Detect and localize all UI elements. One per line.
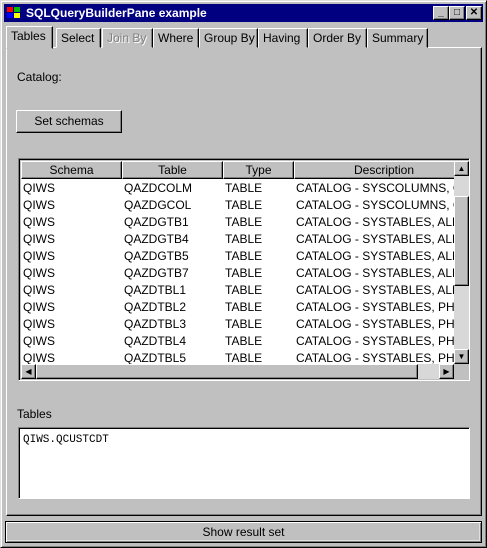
column-header-table[interactable]: Table bbox=[122, 161, 223, 179]
arrow-left-icon: ◀ bbox=[25, 367, 32, 376]
cell-schema: QIWS bbox=[23, 351, 55, 364]
scroll-up-button[interactable]: ▲ bbox=[454, 161, 469, 176]
show-result-set-button[interactable]: Show result set bbox=[5, 521, 482, 543]
cell-description: CATALOG - SYSCOLUMNS, CO bbox=[296, 181, 454, 195]
cell-schema: QIWS bbox=[23, 198, 55, 212]
table-row[interactable]: QIWS QAZDTBL1 TABLE CATALOG - SYSTABLES,… bbox=[21, 282, 454, 299]
cell-type: TABLE bbox=[225, 249, 263, 263]
arrow-right-icon: ▶ bbox=[443, 367, 450, 376]
table-row[interactable]: QIWS QAZDTBL2 TABLE CATALOG - SYSTABLES,… bbox=[21, 299, 454, 316]
table-viewport: Schema Table Type Description QIWS QAZDC… bbox=[21, 161, 454, 364]
cell-table: QAZDTBL1 bbox=[124, 283, 187, 297]
cell-type: TABLE bbox=[225, 300, 263, 314]
cell-schema: QIWS bbox=[23, 215, 55, 229]
table-row[interactable]: QIWS QAZDGTB7 TABLE CATALOG - SYSTABLES,… bbox=[21, 265, 454, 282]
column-header-description[interactable]: Description bbox=[294, 161, 454, 179]
arrow-down-icon: ▼ bbox=[457, 352, 466, 361]
cell-description: CATALOG - SYSTABLES, ALL bbox=[296, 283, 454, 297]
table-row[interactable]: QIWS QAZDTBL4 TABLE CATALOG - SYSTABLES,… bbox=[21, 333, 454, 350]
cell-table: QAZDCOLM bbox=[124, 181, 193, 195]
table-row[interactable]: QIWS QAZDTBL5 TABLE CATALOG - SYSTABLES,… bbox=[21, 350, 454, 364]
cell-description: CATALOG - SYSTABLES, ALL bbox=[296, 249, 454, 263]
cell-schema: QIWS bbox=[23, 317, 55, 331]
column-header-type[interactable]: Type bbox=[223, 161, 294, 179]
arrow-up-icon: ▲ bbox=[457, 164, 466, 173]
cell-type: TABLE bbox=[225, 334, 263, 348]
app-window: SQLQueryBuilderPane example _ □ ✕ Tables… bbox=[0, 0, 487, 548]
cell-type: TABLE bbox=[225, 266, 263, 280]
table-row[interactable]: QIWS QAZDTBL3 TABLE CATALOG - SYSTABLES,… bbox=[21, 316, 454, 333]
maximize-button[interactable]: □ bbox=[449, 6, 465, 20]
tab-join-by: Join By bbox=[102, 28, 153, 48]
cell-description: CATALOG - SYSTABLES, PHY bbox=[296, 351, 454, 364]
cell-schema: QIWS bbox=[23, 334, 55, 348]
vertical-scrollbar[interactable]: ▲ ▼ bbox=[454, 161, 469, 364]
cell-description: CATALOG - SYSTABLES, ALL bbox=[296, 232, 454, 246]
cell-type: TABLE bbox=[225, 215, 263, 229]
table-row[interactable]: QIWS QAZDGTB4 TABLE CATALOG - SYSTABLES,… bbox=[21, 231, 454, 248]
window-title: SQLQueryBuilderPane example bbox=[26, 6, 207, 20]
cell-type: TABLE bbox=[225, 181, 263, 195]
table-row[interactable]: QIWS QAZDCOLM TABLE CATALOG - SYSCOLUMNS… bbox=[21, 180, 454, 197]
tab-tables[interactable]: Tables bbox=[6, 26, 53, 49]
table-row[interactable]: QIWS QAZDGTB5 TABLE CATALOG - SYSTABLES,… bbox=[21, 248, 454, 265]
tab-order-by[interactable]: Order By bbox=[308, 28, 367, 48]
tab-having[interactable]: Having bbox=[258, 28, 308, 48]
tab-group-by[interactable]: Group By bbox=[199, 28, 258, 48]
cell-schema: QIWS bbox=[23, 181, 55, 195]
cell-description: CATALOG - SYSTABLES, PHY bbox=[296, 334, 454, 348]
cell-table: QAZDTBL3 bbox=[124, 317, 187, 331]
column-header-schema[interactable]: Schema bbox=[21, 161, 122, 179]
cell-schema: QIWS bbox=[23, 266, 55, 280]
table-row[interactable]: QIWS QAZDGTB1 TABLE CATALOG - SYSTABLES,… bbox=[21, 214, 454, 231]
cell-table: QAZDTBL4 bbox=[124, 334, 187, 348]
cell-schema: QIWS bbox=[23, 249, 55, 263]
cell-table: QAZDTBL2 bbox=[124, 300, 187, 314]
catalog-label: Catalog: bbox=[17, 70, 62, 84]
selected-tables-field[interactable]: QIWS.QCUSTCDT bbox=[18, 427, 470, 499]
cell-schema: QIWS bbox=[23, 232, 55, 246]
cell-description: CATALOG - SYSTABLES, PHY bbox=[296, 317, 454, 331]
cell-table: QAZDGCOL bbox=[124, 198, 192, 212]
maximize-icon: □ bbox=[453, 7, 461, 18]
scroll-right-button[interactable]: ▶ bbox=[439, 364, 454, 379]
cell-description: CATALOG - SYSTABLES, ALL bbox=[296, 215, 454, 229]
tab-summary[interactable]: Summary bbox=[367, 28, 428, 48]
title-bar[interactable]: SQLQueryBuilderPane example _ □ ✕ bbox=[4, 4, 483, 22]
cell-type: TABLE bbox=[225, 283, 263, 297]
close-icon: ✕ bbox=[469, 7, 479, 18]
cell-type: TABLE bbox=[225, 351, 263, 364]
minimize-button[interactable]: _ bbox=[433, 6, 449, 20]
scrollbar-corner bbox=[454, 364, 469, 379]
app-icon bbox=[7, 7, 20, 18]
cell-table: QAZDTBL5 bbox=[124, 351, 187, 364]
horizontal-scrollbar[interactable]: ◀ ▶ bbox=[21, 364, 454, 379]
minimize-icon: _ bbox=[438, 7, 444, 18]
horizontal-scroll-thumb[interactable] bbox=[36, 364, 418, 379]
cell-description: CATALOG - SYSTABLES, PHY bbox=[296, 300, 454, 314]
cell-table: QAZDGTB7 bbox=[124, 266, 189, 280]
cell-schema: QIWS bbox=[23, 300, 55, 314]
cell-type: TABLE bbox=[225, 232, 263, 246]
cell-description: CATALOG - SYSCOLUMNS, GR bbox=[296, 198, 454, 212]
cell-description: CATALOG - SYSTABLES, ALL bbox=[296, 266, 454, 280]
scroll-down-button[interactable]: ▼ bbox=[454, 349, 469, 364]
tab-select[interactable]: Select bbox=[56, 28, 101, 48]
cell-table: QAZDGTB1 bbox=[124, 215, 189, 229]
tab-where[interactable]: Where bbox=[153, 28, 199, 48]
set-schemas-button[interactable]: Set schemas bbox=[16, 110, 122, 133]
close-button[interactable]: ✕ bbox=[466, 6, 482, 20]
cell-table: QAZDGTB4 bbox=[124, 232, 189, 246]
cell-table: QAZDGTB5 bbox=[124, 249, 189, 263]
tables-label: Tables bbox=[17, 407, 52, 421]
table-list: Schema Table Type Description QIWS QAZDC… bbox=[18, 158, 470, 381]
vertical-scroll-thumb[interactable] bbox=[454, 196, 469, 286]
scroll-left-button[interactable]: ◀ bbox=[21, 364, 36, 379]
cell-type: TABLE bbox=[225, 317, 263, 331]
table-row[interactable]: QIWS QAZDGCOL TABLE CATALOG - SYSCOLUMNS… bbox=[21, 197, 454, 214]
cell-schema: QIWS bbox=[23, 283, 55, 297]
cell-type: TABLE bbox=[225, 198, 263, 212]
